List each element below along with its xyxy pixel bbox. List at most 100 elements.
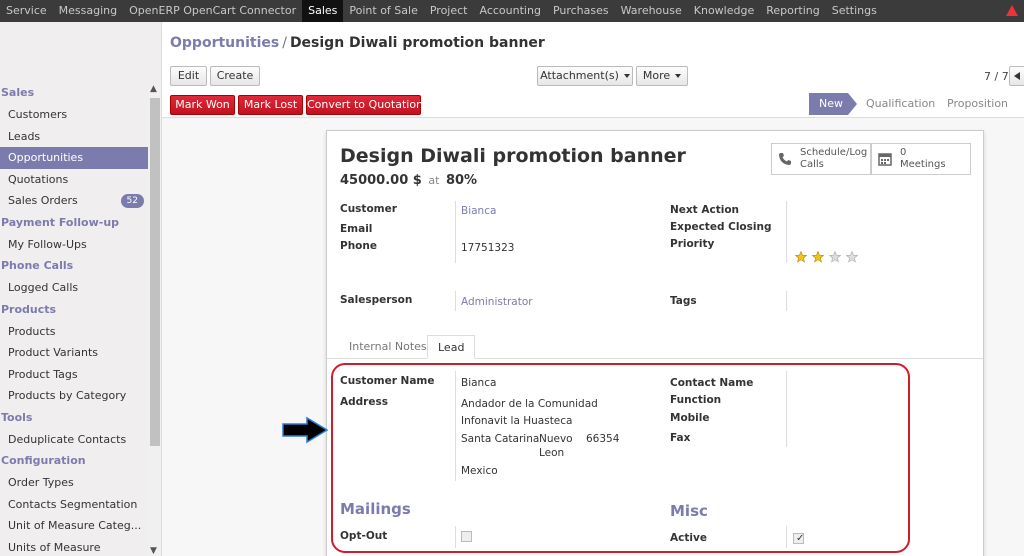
sidebar-item-products-by-category[interactable]: Products by Category [0,385,148,407]
percent-sign: % [464,173,478,188]
sidebar-menu: Sales Customers Leads Opportunities Quotatio… [0,82,148,556]
sidebar-item-opportunities[interactable]: Opportunities [0,147,148,169]
warning-triangle-icon[interactable] [1006,5,1018,16]
more-dropdown[interactable]: More [636,66,688,86]
sidebar-item-customers[interactable]: Customers [0,104,148,126]
opportunity-title[interactable]: Design Diwali promotion banner [340,145,686,167]
top-menu-item-messaging[interactable]: Messaging [53,0,123,22]
top-menu-item-project[interactable]: Project [424,0,474,22]
sidebar-item-units-of-measure[interactable]: Units of Measure [0,537,148,556]
top-menu-item-warehouse[interactable]: Warehouse [615,0,688,22]
sidebar-section-sales: Sales [1,86,35,99]
address-state-line1: Nuevo [539,433,573,445]
sidebar-item-products[interactable]: Products [0,321,148,343]
sidebar-item-leads[interactable]: Leads [0,126,148,148]
sidebar-item-label: Units of Measure [8,540,101,554]
top-menu-bar: Service Messaging OpenERP OpenCart Connect… [0,0,1024,22]
field-divider [455,371,456,481]
top-menu-item-service[interactable]: Service [0,0,53,22]
tags-label: Tags [670,295,697,307]
schedule-log-calls-button[interactable]: Schedule/Log Calls [771,143,871,175]
sidebar: Sales Customers Leads Opportunities Quotatio… [0,22,162,556]
edit-button[interactable]: Edit [170,66,207,86]
active-checkbox[interactable]: ✓ [793,533,804,544]
chevron-up-icon[interactable]: ▲ [150,84,157,94]
pager-previous-button[interactable] [1009,66,1024,86]
chevron-down-icon[interactable]: ▼ [150,546,157,556]
phone-label: Phone [340,240,377,252]
stage-qualification[interactable]: Qualification [866,93,936,115]
top-menu-item-knowledge[interactable]: Knowledge [688,0,760,22]
sidebar-item-unit-of-measure-categ-[interactable]: Unit of Measure Categ... [0,515,148,537]
caret-down-icon [623,74,630,78]
stage-arrow-icon [848,93,857,115]
address-country: Mexico [461,465,498,477]
sidebar-item-label: Products by Category [8,389,127,402]
customer-value[interactable]: Bianca [461,205,496,217]
stage-new[interactable]: New [809,93,848,115]
field-divider [455,201,456,263]
form-notebook-tabs: Internal Notes Lead [327,333,983,359]
mailings-section-title: Mailings [340,500,411,518]
breadcrumb-opportunities-link[interactable]: Opportunities [170,35,279,51]
top-menu-item-reporting[interactable]: Reporting [760,0,825,22]
sidebar-item-deduplicate-contacts[interactable]: Deduplicate Contacts [0,429,148,451]
count-badge: 52 [120,194,144,208]
attachments-dropdown[interactable]: Attachment(s) [537,66,633,86]
tab-internal-notes[interactable]: Internal Notes [339,335,437,359]
star-icon[interactable] [846,251,858,263]
sidebar-item-label: Opportunities [8,151,84,164]
top-menu-item-sales[interactable]: Sales [302,0,344,22]
opt-out-label: Opt-Out [340,530,388,542]
star-icon[interactable] [795,251,807,263]
top-menu-item-point-of-sale[interactable]: Point of Sale [343,0,423,22]
expected-revenue: 45000.00 $ at 80% [340,173,477,188]
sidebar-item-order-types[interactable]: Order Types [0,472,148,494]
top-menu-item-purchases[interactable]: Purchases [547,0,615,22]
top-menu-item-settings[interactable]: Settings [826,0,883,22]
sidebar-section-products: Products [1,302,57,316]
tab-lead[interactable]: Lead [427,335,476,359]
sidebar-item-label: Product Tags [8,367,78,381]
top-menu-item-accounting[interactable]: Accounting [474,0,547,22]
sidebar-item-my-follow-ups[interactable]: My Follow-Ups [0,234,148,256]
sidebar-item-product-tags[interactable]: Product Tags [0,364,148,386]
misc-section-title: Misc [670,502,708,520]
calendar-icon [878,153,892,166]
field-divider [786,201,787,263]
attachments-label: Attachment(s) [540,69,619,82]
star-icon[interactable] [812,251,824,263]
meetings-label: 0 Meetings [900,147,946,171]
meetings-button[interactable]: 0 Meetings [871,143,971,175]
sidebar-item-label: Deduplicate Contacts [8,432,127,446]
sidebar-item-logged-calls[interactable]: Logged Calls [0,277,148,299]
right-arrow-icon [282,416,329,444]
convert-to-quotation-button[interactable]: Convert to Quotation [306,95,423,115]
salesperson-value[interactable]: Administrator [461,296,533,308]
create-button[interactable]: Create [210,66,260,86]
address-state-line2: Leon [539,447,565,459]
active-label: Active [670,532,707,544]
mark-won-button[interactable]: Mark Won [170,95,235,115]
field-divider [786,526,787,548]
sidebar-section-payment-follow-up: Payment Follow-up [1,215,120,229]
opt-out-checkbox[interactable] [461,531,472,542]
sidebar-item-label: Leads [8,129,41,143]
function-label: Function [670,394,722,406]
revenue-amount: 45000.00 $ [340,173,422,188]
sidebar-scrollbar[interactable]: ▲ ▼ [148,84,161,556]
sidebar-item-label: Sales Orders [8,194,78,207]
salesperson-label: Salesperson [340,294,413,306]
star-icon[interactable] [829,251,841,263]
priority-label: Priority [670,238,715,250]
sidebar-item-product-variants[interactable]: Product Variants [0,342,148,364]
scrollbar-thumb[interactable] [150,98,160,446]
sidebar-item-label: My Follow-Ups [8,237,87,251]
stage-proposition[interactable]: Proposition [947,93,1017,115]
sidebar-item-contacts-segmentation[interactable]: Contacts Segmentation [0,494,148,516]
mark-lost-button[interactable]: Mark Lost [238,95,303,115]
sidebar-item-quotations[interactable]: Quotations [0,169,148,191]
top-menu-item-openerp-opencart-connector[interactable]: OpenERP OpenCart Connector [123,0,302,22]
sidebar-item-sales-orders[interactable]: Sales Orders 52 [0,190,148,212]
mobile-label: Mobile [670,412,710,424]
